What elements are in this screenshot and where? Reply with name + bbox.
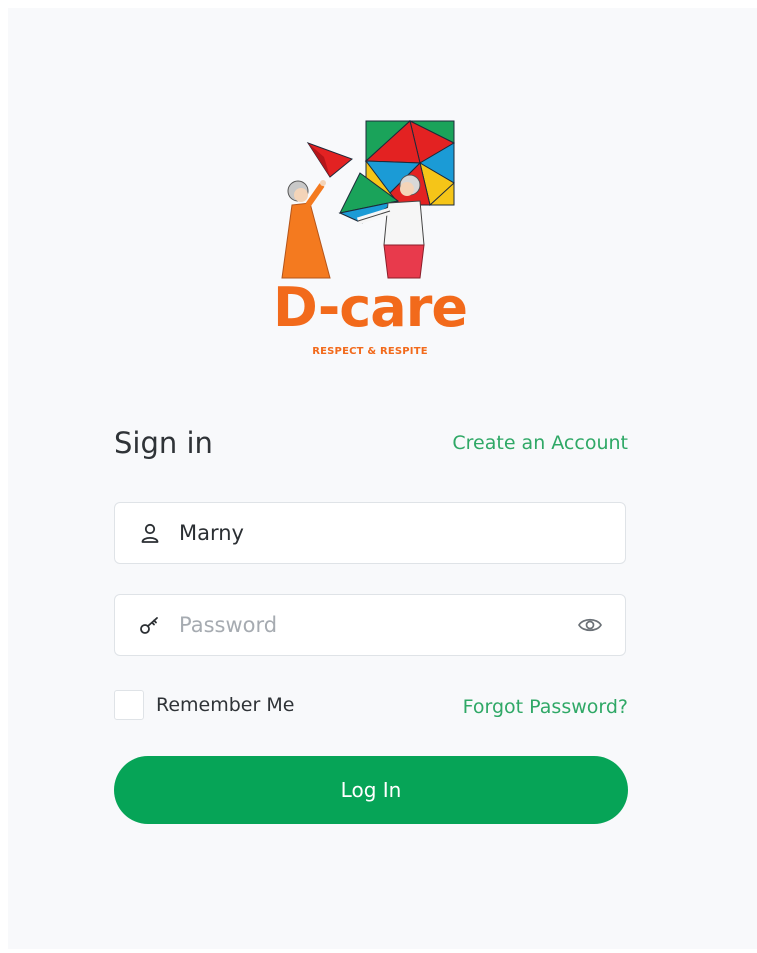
user-icon: [141, 523, 159, 543]
forgot-password-link[interactable]: Forgot Password?: [463, 696, 628, 718]
remember-label[interactable]: Remember Me: [156, 694, 294, 716]
logo-illustration: [281, 120, 456, 279]
login-button[interactable]: Log In: [114, 756, 628, 824]
remember-row: Remember Me Forgot Password?: [114, 690, 628, 724]
page-title: Sign in: [114, 426, 213, 460]
password-field[interactable]: [114, 594, 626, 656]
brand-name: D-care: [273, 276, 468, 339]
username-field[interactable]: [114, 502, 626, 564]
brand-logo: D-care RESPECT & RESPITE: [270, 113, 470, 368]
remember-checkbox[interactable]: [114, 690, 144, 720]
username-input[interactable]: [179, 513, 559, 553]
brand-tagline: RESPECT & RESPITE: [312, 346, 428, 357]
login-panel: D-care RESPECT & RESPITE Sign in Create …: [8, 8, 757, 949]
eye-icon[interactable]: [577, 614, 603, 636]
password-input[interactable]: [179, 605, 559, 645]
create-account-link[interactable]: Create an Account: [452, 432, 628, 454]
key-icon: [140, 617, 158, 634]
signin-heading-row: Sign in Create an Account: [114, 424, 628, 464]
